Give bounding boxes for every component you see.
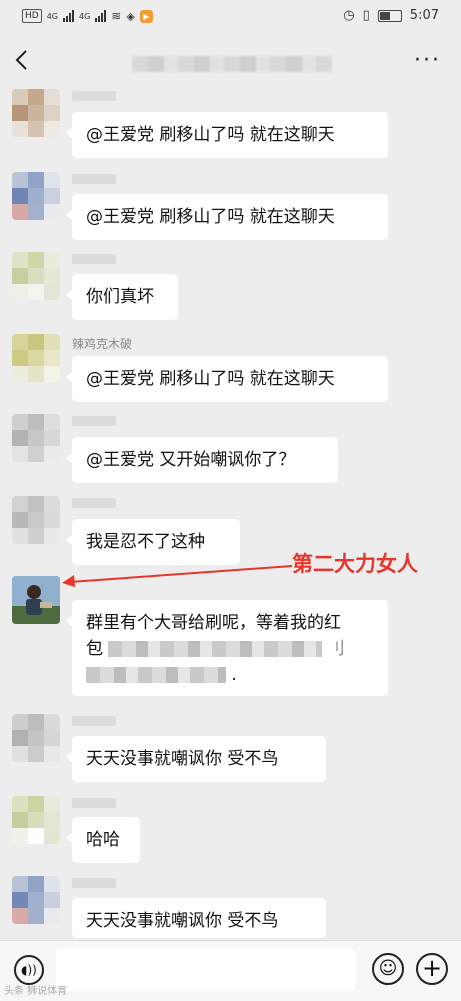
message-bubble[interactable]: 天天没事就嘲讽你 受不鸟 <box>72 898 326 938</box>
avatar[interactable] <box>12 172 60 220</box>
network-indicator-1: 4G <box>46 11 58 21</box>
message-line: 包 刂 <box>86 636 374 662</box>
nickname-blurred <box>72 416 116 426</box>
blurred-text <box>108 641 323 657</box>
message-input[interactable] <box>56 949 356 991</box>
back-button[interactable] <box>14 48 40 76</box>
avatar[interactable] <box>12 876 60 924</box>
message-bubble[interactable]: 群里有个大哥给刷呢，等着我的红 包 刂 . <box>66 600 388 696</box>
signal-icon-2 <box>95 10 107 22</box>
emoji-icon: ☺ <box>378 958 398 979</box>
plus-button[interactable]: + <box>416 953 448 985</box>
nickname-blurred <box>72 91 116 101</box>
avatar[interactable] <box>12 334 60 382</box>
avatar[interactable] <box>12 714 60 762</box>
message-line: . <box>86 662 374 688</box>
annotation-arrow-icon <box>62 565 293 587</box>
person-photo-icon <box>12 576 60 624</box>
avatar[interactable] <box>12 796 60 844</box>
clock: 5:07 <box>409 8 439 23</box>
emoji-button[interactable]: ☺ <box>372 953 404 985</box>
status-left: HD 4G 4G ≋ ◈ ▶ <box>22 9 153 23</box>
chat-header: ··· <box>0 34 461 90</box>
blurred-text <box>86 667 226 683</box>
message-bubble[interactable]: 天天没事就嘲讽你 受不鸟 <box>66 736 326 782</box>
voice-button[interactable]: ◖)) <box>14 955 44 985</box>
avatar[interactable] <box>12 252 60 300</box>
location-icon: ◈ <box>126 9 135 23</box>
nickname-blurred <box>72 798 116 808</box>
nickname-blurred <box>72 716 116 726</box>
signal-icon-1 <box>63 10 74 22</box>
network-indicator-2: 4G <box>79 11 91 21</box>
avatar[interactable] <box>12 89 60 137</box>
avatar[interactable] <box>12 496 60 544</box>
status-bar: HD 4G 4G ≋ ◈ ▶ ◷ ▯ 5:07 <box>0 0 461 34</box>
nickname: 辣鸡克木破 <box>72 337 133 351</box>
nickname-blurred <box>72 254 116 264</box>
avatar[interactable] <box>12 576 60 624</box>
vibrate-icon: ▯ <box>362 8 370 23</box>
message-text: 包 <box>86 639 103 659</box>
message-text: . <box>231 665 237 685</box>
message-bubble[interactable]: @王爱党 又开始嘲讽你了？ <box>66 437 338 483</box>
chat-title-blurred <box>132 56 332 72</box>
chevron-left-icon <box>15 50 27 70</box>
message-line: 群里有个大哥给刷呢，等着我的红 <box>86 613 341 633</box>
more-icon: ··· <box>414 48 441 73</box>
message-bubble[interactable]: 我是忍不了这种 <box>66 519 240 565</box>
nickname-blurred <box>72 498 116 508</box>
alarm-icon: ◷ <box>343 8 355 23</box>
status-right: ◷ ▯ 5:07 <box>343 8 439 23</box>
message-bubble[interactable]: @王爱党 刷移山了吗 就在这聊天 <box>66 112 388 158</box>
message-bubble[interactable]: @王爱党 刷移山了吗 就在这聊天 <box>66 194 388 240</box>
app-badge-icon: ▶ <box>139 9 153 23</box>
message-bubble[interactable]: @王爱党 刷移山了吗 就在这聊天 <box>66 356 388 402</box>
plus-icon: + <box>421 954 443 982</box>
nickname-blurred <box>72 878 116 888</box>
voice-icon: ◖)) <box>21 963 37 977</box>
avatar[interactable] <box>12 414 60 462</box>
message-text: 刂 <box>327 639 345 659</box>
more-button[interactable]: ··· <box>414 48 441 73</box>
input-bar: ◖)) ☺ + <box>0 940 461 1001</box>
wifi-icon: ≋ <box>111 9 122 23</box>
nickname-blurred <box>72 174 116 184</box>
hd-indicator: HD <box>22 9 42 23</box>
watermark: 头条 狮说体育 <box>4 986 68 997</box>
battery-icon <box>377 9 402 22</box>
annotation-label: 第二大力女人 <box>292 552 418 576</box>
message-bubble[interactable]: 你们真坏 <box>66 274 178 320</box>
message-bubble[interactable]: 哈哈 <box>66 817 140 863</box>
